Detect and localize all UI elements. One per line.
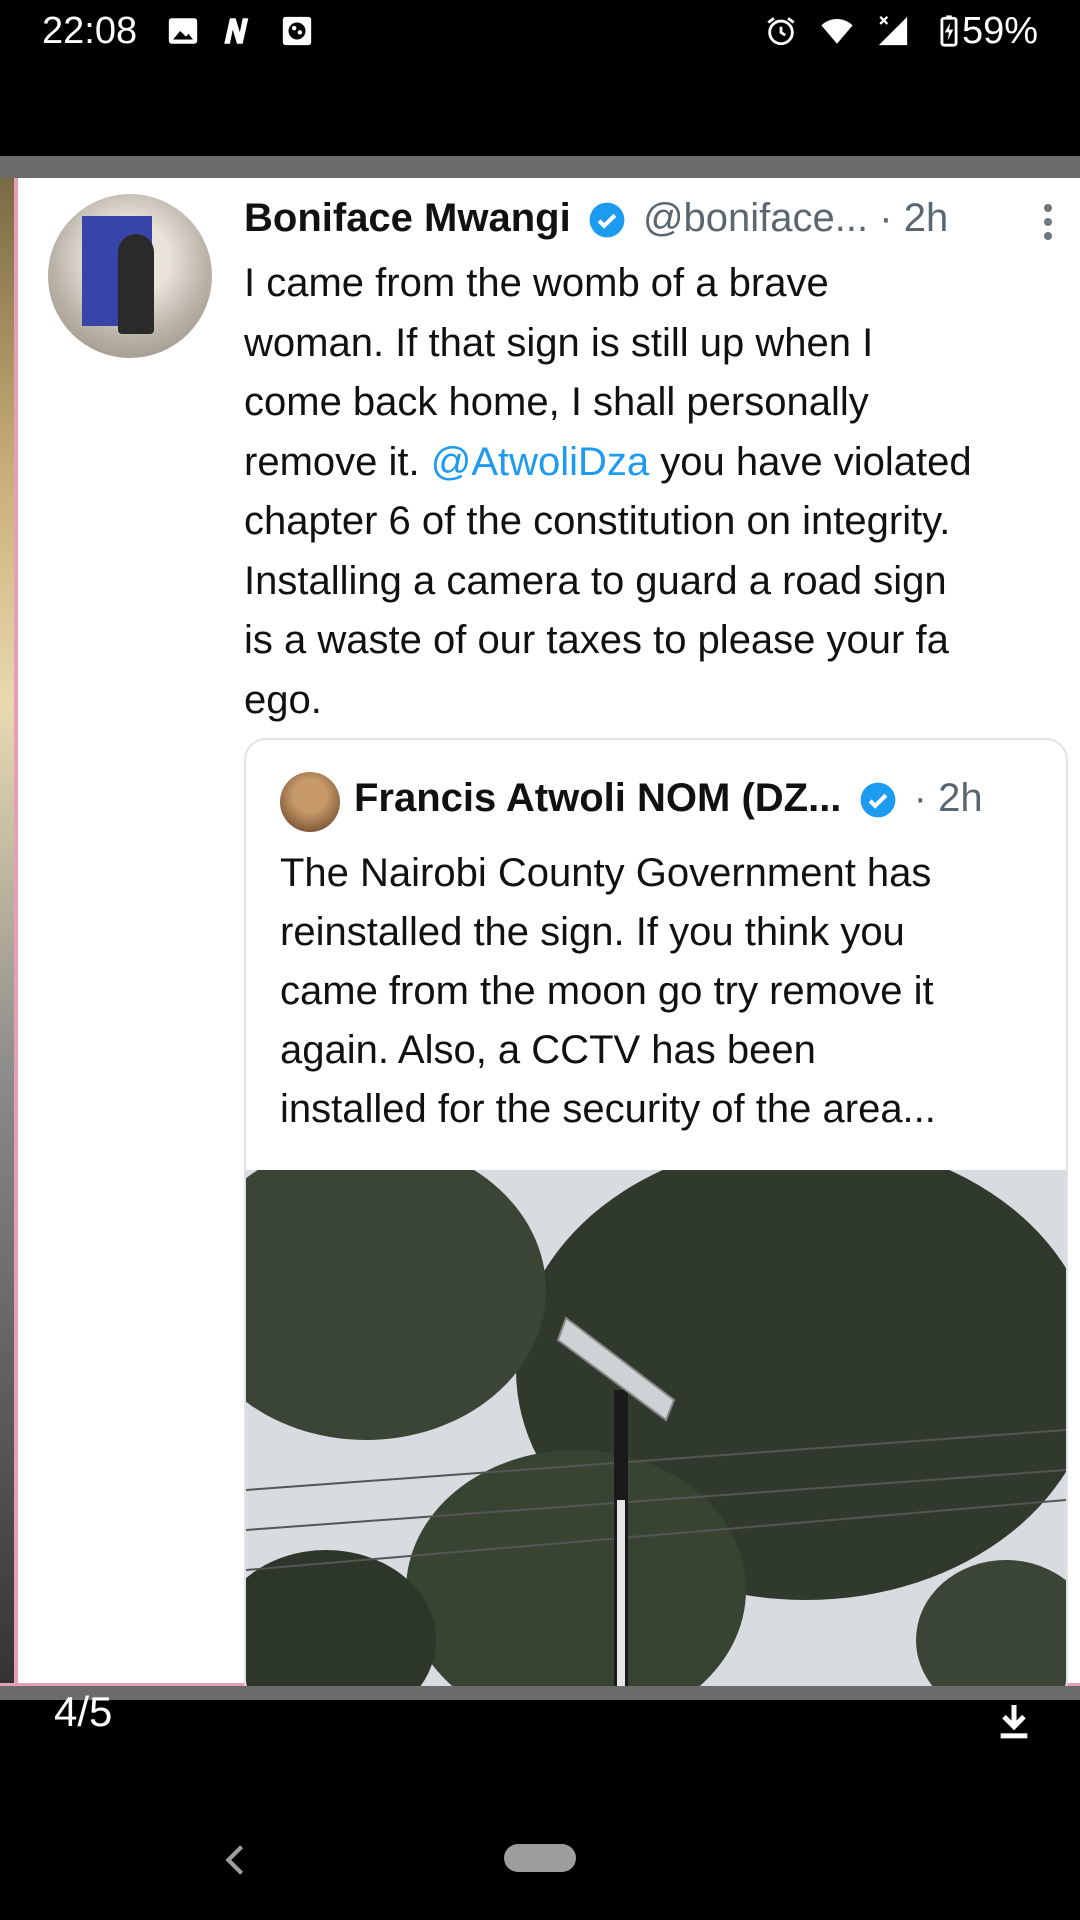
quoted-author-name: Francis Atwoli NOM (DZ... — [354, 776, 842, 820]
home-button[interactable] — [504, 1844, 576, 1872]
tweet-text: I came from the womb of a brave woman. I… — [244, 254, 1070, 730]
image-counter: 4/5 — [54, 1688, 113, 1735]
game-icon — [282, 16, 312, 46]
more-options-icon — [1044, 198, 1052, 246]
n-app-icon — [224, 18, 249, 44]
quoted-tweet-text: The Nairobi County Government has reinst… — [280, 851, 936, 1131]
tweet-screenshot-image[interactable]: Boniface Mwangi @boniface... · 2h I came… — [0, 178, 1080, 1686]
author-name: Boniface Mwangi — [244, 196, 571, 240]
back-icon[interactable] — [220, 1840, 250, 1880]
adjacent-image-edge — [0, 178, 14, 1686]
wifi-icon — [821, 18, 853, 44]
street-sign-photo — [246, 1170, 1066, 1686]
verified-badge-icon — [589, 203, 625, 238]
quoted-tweet-time: · 2h — [913, 776, 983, 820]
quoted-avatar — [280, 772, 340, 832]
tweet-header: Boniface Mwangi @boniface... · 2h — [244, 196, 948, 241]
alarm-icon — [767, 17, 795, 46]
status-bar: 22:08 59% — [0, 0, 1080, 64]
mention-link: @AtwoliDza — [430, 439, 650, 484]
quoted-tweet: Francis Atwoli NOM (DZ... · 2h The Nairo… — [244, 738, 1068, 1686]
status-time: 22:08 — [42, 10, 138, 52]
author-handle: @boniface... — [642, 196, 869, 240]
image-viewer[interactable]: Boniface Mwangi @boniface... · 2h I came… — [0, 156, 1080, 1700]
download-icon[interactable] — [994, 1698, 1034, 1742]
gallery-icon — [168, 18, 198, 44]
battery-charging-icon — [940, 15, 958, 47]
tweet-time: · 2h — [879, 196, 949, 240]
quoted-header: Francis Atwoli NOM (DZ... · 2h — [354, 776, 983, 821]
frame-border — [14, 178, 18, 1686]
battery-percentage: 59% — [961, 10, 1038, 52]
avatar — [48, 194, 212, 358]
verified-badge-icon — [860, 783, 895, 818]
navigation-bar — [0, 1800, 1080, 1920]
signal-icon — [878, 16, 908, 46]
